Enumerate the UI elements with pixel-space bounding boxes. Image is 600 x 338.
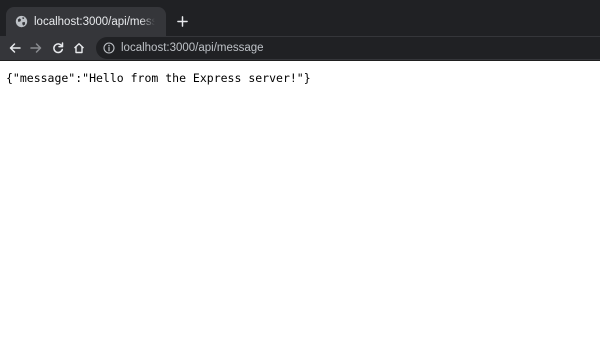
back-button[interactable] <box>7 40 23 56</box>
address-bar[interactable] <box>96 37 600 59</box>
forward-button[interactable] <box>28 40 44 56</box>
home-icon <box>73 42 85 54</box>
page-content: {"message":"Hello from the Express serve… <box>0 61 600 338</box>
plus-icon <box>176 15 188 27</box>
tab-title: localhost:3000/api/message <box>34 15 155 28</box>
json-response-text: {"message":"Hello from the Express serve… <box>6 71 311 85</box>
url-input[interactable] <box>121 42 581 54</box>
browser-window: localhost:3000/api/message <box>0 0 600 338</box>
globe-icon <box>15 15 28 28</box>
browser-toolbar <box>0 36 600 61</box>
new-tab-button[interactable] <box>174 13 190 29</box>
home-button[interactable] <box>71 40 87 56</box>
reload-icon <box>52 42 64 54</box>
reload-button[interactable] <box>50 40 66 56</box>
arrow-right-icon <box>30 42 42 54</box>
info-icon[interactable] <box>103 42 115 54</box>
tab-strip: localhost:3000/api/message <box>0 0 600 36</box>
tab-active[interactable]: localhost:3000/api/message <box>6 7 166 36</box>
arrow-left-icon <box>9 42 21 54</box>
